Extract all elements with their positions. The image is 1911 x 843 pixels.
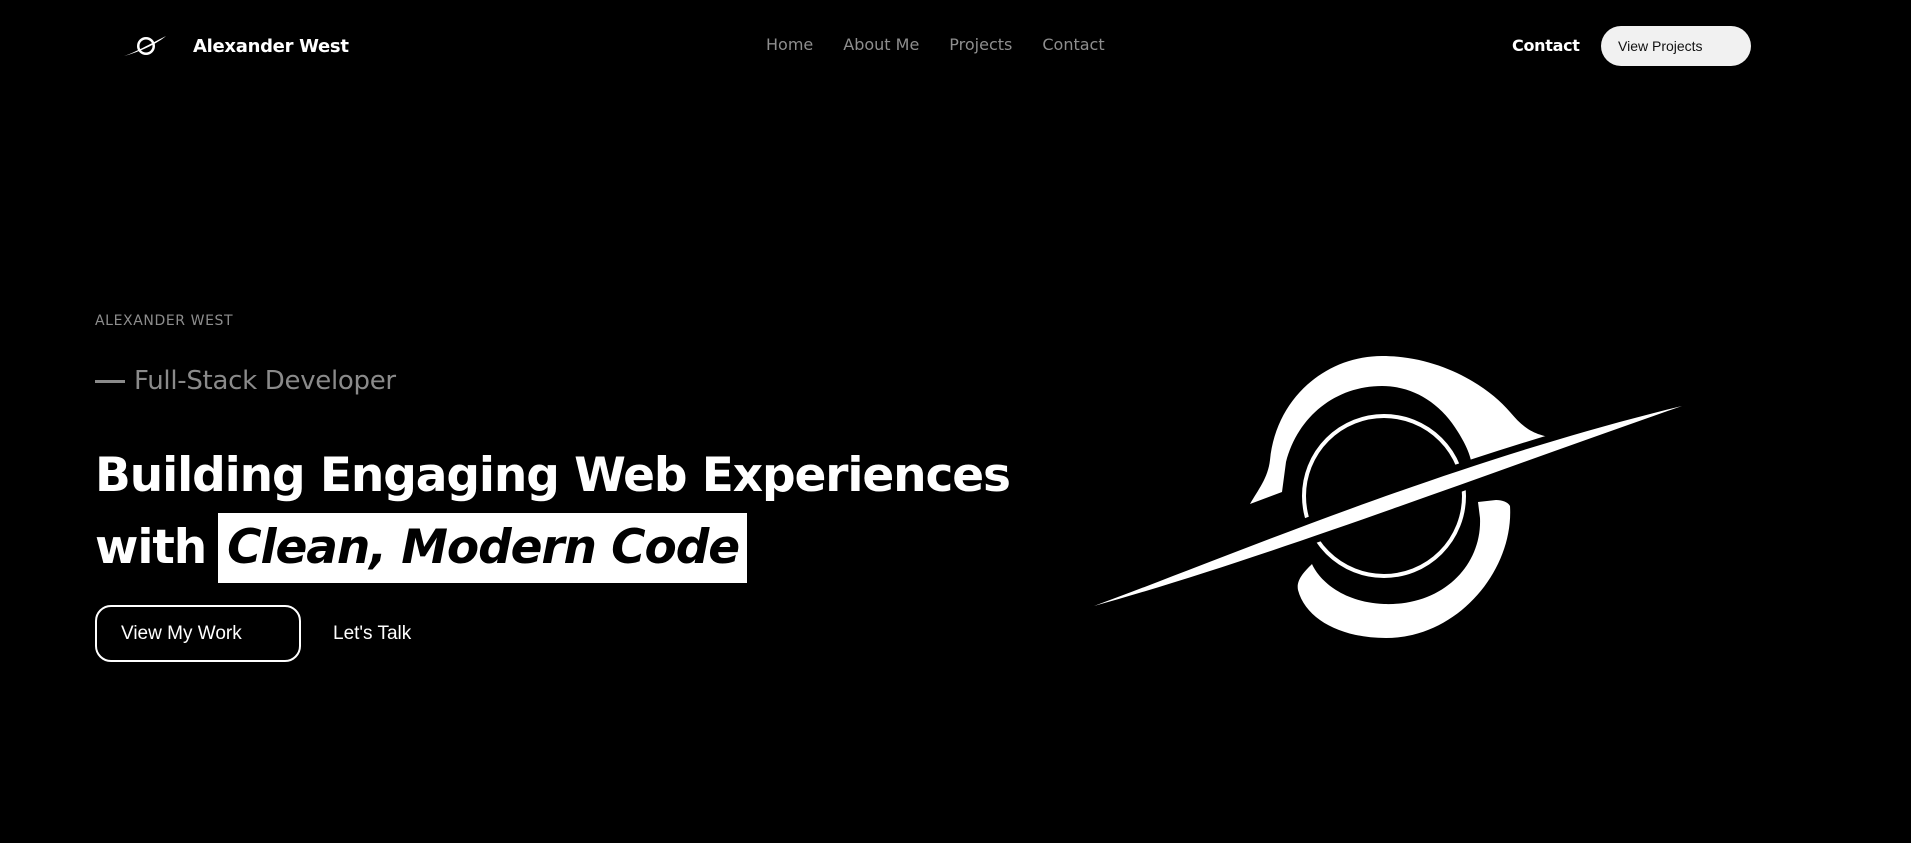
planet-ring-icon [1091,356,1685,638]
site-header: Alexander West Home About Me Projects Co… [0,0,1911,94]
headline-highlight: Clean, Modern Code [218,513,748,583]
headline-line-1: Building Engaging Web Experiences [95,448,1011,503]
hero-eyebrow: ALEXANDER WEST [95,313,234,329]
subtitle-dash [95,379,125,383]
headline-prefix: with [95,520,207,575]
main-nav: Home About Me Projects Contact [766,35,1105,54]
subtitle-text: Full-Stack Developer [134,366,396,396]
brand-name: Alexander West [193,35,349,57]
brand-link[interactable]: Alexander West [122,28,349,64]
planet-ring-icon [124,36,166,56]
hero-subtitle: Full-Stack Developer [95,366,396,396]
headline-line-2: with Clean, Modern Code [95,512,1010,584]
nav-about-me[interactable]: About Me [843,35,919,54]
hero-cta-row: View My Work Let's Talk [95,605,411,662]
page: Alexander West Home About Me Projects Co… [0,0,1911,843]
hero-headline: Building Engaging Web Experiences with C… [95,440,1011,584]
view-projects-button[interactable]: View Projects [1601,26,1751,66]
header-contact-link[interactable]: Contact [1512,36,1580,55]
nav-contact[interactable]: Contact [1042,35,1104,54]
view-my-work-button[interactable]: View My Work [95,605,301,662]
lets-talk-link[interactable]: Let's Talk [333,623,411,645]
nav-projects[interactable]: Projects [949,35,1012,54]
nav-home[interactable]: Home [766,35,813,54]
